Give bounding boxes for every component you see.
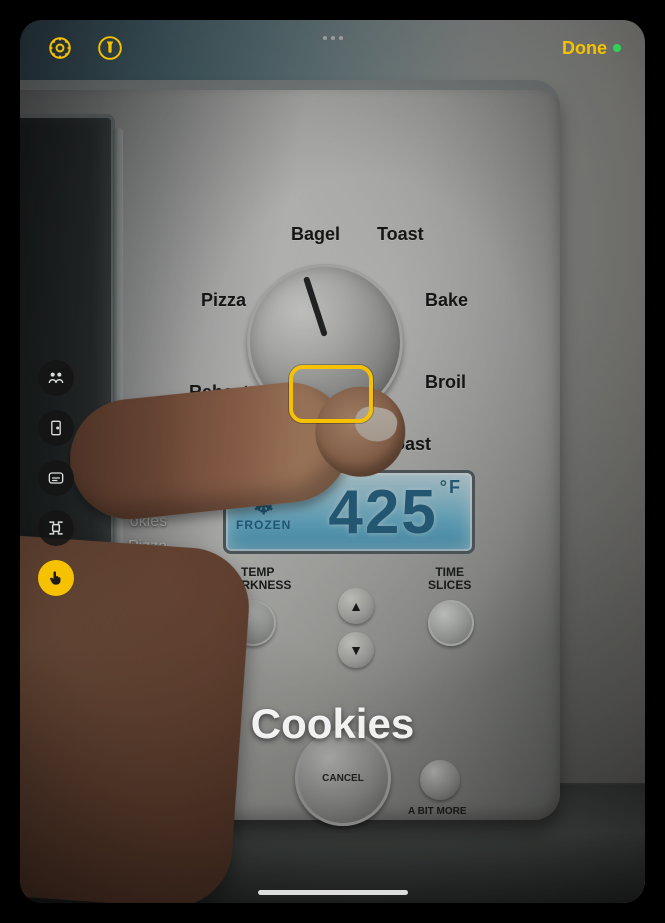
camera-active-indicator-icon (613, 44, 621, 52)
multitasking-dots[interactable] (323, 36, 343, 40)
point-and-speak-button[interactable] (38, 560, 74, 596)
ipad-frame: Bagel Toast Bake Broil Roast ookies Rehe… (0, 0, 665, 923)
people-detection-button[interactable] (38, 360, 74, 396)
camera-view: Bagel Toast Bake Broil Roast ookies Rehe… (20, 20, 645, 903)
text-detection-button[interactable] (38, 510, 74, 546)
lcd-temperature-unit: °F (440, 477, 462, 497)
people-detection-icon (46, 368, 66, 388)
dial-label-toast: Toast (377, 224, 424, 245)
done-button-label: Done (562, 38, 607, 59)
done-button[interactable]: Done (562, 38, 621, 59)
point-and-speak-icon (46, 568, 66, 588)
dial-label-pizza: Pizza (201, 290, 246, 311)
dial-label-broil: Broil (425, 372, 466, 393)
dot-icon (339, 36, 343, 40)
home-indicator[interactable] (258, 890, 408, 895)
magnifier-topbar: Done (20, 20, 645, 76)
text-detection-icon (46, 518, 66, 538)
detection-result-label: Cookies (20, 700, 645, 748)
detection-tool-rail (38, 360, 74, 596)
dot-icon (331, 36, 335, 40)
door-detection-icon (46, 418, 66, 438)
a-bit-more-button (420, 760, 460, 800)
panel-time-label: TIMESLICES (428, 566, 471, 592)
flashlight-icon (97, 35, 123, 61)
dial-label-bagel: Bagel (291, 224, 340, 245)
a-bit-more-label: A BIT MORE (408, 806, 467, 817)
settings-button[interactable] (44, 32, 76, 64)
flashlight-button[interactable] (94, 32, 126, 64)
detection-highlight-box (289, 365, 373, 423)
door-detection-button[interactable] (38, 410, 74, 446)
dial-label-bake: Bake (425, 290, 468, 311)
screen: Bagel Toast Bake Broil Roast ookies Rehe… (20, 20, 645, 903)
image-descriptions-button[interactable] (38, 460, 74, 496)
image-descriptions-icon (46, 468, 66, 488)
dot-icon (323, 36, 327, 40)
time-knob (428, 600, 474, 646)
gear-icon (47, 35, 73, 61)
